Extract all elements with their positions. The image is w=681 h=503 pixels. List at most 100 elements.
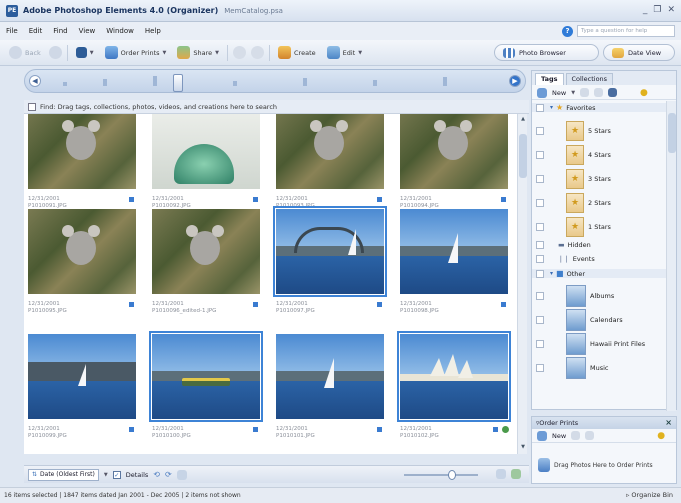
zoom-slider-handle[interactable] (448, 470, 456, 480)
close-icon[interactable]: × (665, 418, 672, 427)
tag-item[interactable]: ★ 3 Stars (532, 169, 666, 189)
photo-thumbnail[interactable] (28, 334, 136, 419)
timeline-slider-handle[interactable] (173, 74, 183, 92)
chevron-down-icon[interactable]: ▼ (104, 472, 108, 478)
photo-thumbnail[interactable] (276, 114, 384, 189)
tag-badge-icon[interactable] (252, 301, 259, 308)
tag-item[interactable]: ▾ ★ Favorites (532, 103, 666, 112)
tag-badge-icon[interactable] (128, 196, 135, 203)
edit-order-icon[interactable] (571, 431, 581, 440)
order-prints-dropzone[interactable]: Drag Photos Here to Order Prints (538, 453, 672, 477)
rotate-right-icon[interactable] (251, 46, 265, 59)
tag-checkbox[interactable] (536, 199, 544, 207)
timeline[interactable]: ◀ ▶ (24, 69, 526, 93)
tag-item[interactable]: ★ 2 Stars (532, 193, 666, 213)
tag-badge-icon[interactable] (376, 196, 383, 203)
tag-badge-icon[interactable] (128, 301, 135, 308)
photo-tile[interactable]: 12/31/2001 P1010091.JPG (28, 114, 143, 224)
tag-checkbox[interactable] (536, 269, 544, 278)
expand-arrow-icon[interactable]: ▾ (550, 104, 553, 111)
lightbulb-icon[interactable]: ● (640, 88, 648, 98)
audio-badge-icon[interactable] (502, 426, 509, 433)
menu-view[interactable]: View (79, 27, 96, 35)
timeline-left-arrow-icon[interactable]: ◀ (29, 75, 41, 87)
tag-item[interactable]: ▬ Hidden (532, 241, 666, 249)
tag-item[interactable]: Calendars (532, 309, 666, 331)
new-order-button[interactable]: New (552, 432, 566, 440)
scroll-up-icon[interactable]: ▲ (519, 116, 527, 124)
close-button[interactable]: ✕ (667, 5, 675, 15)
rotate-icon[interactable]: ⟲ (153, 470, 160, 479)
tag-checkbox[interactable] (536, 151, 544, 159)
photo-tile[interactable]: 12/31/2001 P1010096_edited-1.JPG (152, 209, 267, 329)
photo-tile[interactable]: 12/31/2001 P1010099.JPG (28, 334, 143, 454)
tag-item[interactable]: ★ 5 Stars (532, 121, 666, 141)
tag-badge-icon[interactable] (500, 196, 507, 203)
photo-tile[interactable]: 12/31/2001 P1010094.JPG (400, 114, 515, 224)
tag-badge-icon[interactable] (376, 426, 383, 433)
tag-item[interactable]: ▾ ■ Other (532, 269, 666, 278)
photo-tile[interactable]: 12/31/2001 P1010095.JPG (28, 209, 143, 329)
scroll-thumb[interactable] (519, 134, 527, 178)
forward-arrow-icon[interactable] (48, 46, 62, 59)
photo-thumbnail[interactable] (400, 209, 508, 294)
tag-item[interactable]: ★ 4 Stars (532, 145, 666, 165)
photo-tile[interactable]: 12/31/2001 P1010101.JPG (276, 334, 391, 454)
scroll-thumb[interactable] (668, 113, 676, 153)
menu-window[interactable]: Window (106, 27, 134, 35)
large-thumb-icon[interactable] (511, 469, 521, 479)
tag-badge-icon[interactable] (500, 301, 507, 308)
tag-badge-icon[interactable] (492, 426, 499, 433)
edit-button[interactable]: Edit ▼ (324, 44, 365, 61)
scroll-down-icon[interactable]: ▼ (519, 444, 527, 452)
delete-order-icon[interactable] (585, 431, 595, 440)
delete-tag-icon[interactable] (594, 88, 604, 97)
menu-help[interactable]: Help (145, 27, 161, 35)
maximize-button[interactable]: ❐ (653, 5, 661, 15)
photo-thumbnail[interactable] (273, 206, 387, 297)
tag-checkbox[interactable] (536, 340, 544, 348)
tag-badge-icon[interactable] (252, 426, 259, 433)
tag-checkbox[interactable] (536, 175, 544, 183)
rotate-icon[interactable]: ⟳ (165, 470, 172, 479)
menu-find[interactable]: Find (53, 27, 67, 35)
find-faces-icon[interactable] (608, 88, 618, 97)
order-prints-button[interactable]: Order Prints ▼ (102, 44, 170, 61)
find-bar[interactable]: Find: Drag tags, collections, photos, vi… (24, 100, 529, 114)
chevron-down-icon[interactable]: ▼ (571, 90, 575, 96)
photo-thumbnail[interactable] (400, 114, 508, 189)
tag-checkbox[interactable] (536, 127, 544, 135)
timeline-right-arrow-icon[interactable]: ▶ (509, 75, 521, 87)
photo-tile[interactable]: 12/31/2001 P1010092.JPG (152, 114, 267, 224)
photo-tile[interactable]: 12/31/2001 P1010098.JPG (400, 209, 515, 329)
photo-tile[interactable]: 12/31/2001 P1010097.JPG (273, 206, 391, 329)
sort-order-select[interactable]: ⇅ Date (Oldest First) (28, 468, 99, 481)
fullscreen-icon[interactable] (176, 469, 187, 480)
organize-bin-toggle[interactable]: ▹ Organize Bin (626, 491, 673, 499)
tag-badge-icon[interactable] (252, 196, 259, 203)
share-button[interactable]: Share ▼ (174, 44, 222, 61)
help-search-input[interactable]: Type a question for help (577, 25, 675, 37)
tag-item[interactable]: ❘❘ Events (532, 255, 666, 263)
tag-checkbox[interactable] (536, 316, 544, 324)
tag-item[interactable]: Music (532, 357, 666, 379)
tag-item[interactable]: ★ 1 Stars (532, 217, 666, 237)
find-checkbox-icon[interactable] (28, 102, 36, 111)
tag-checkbox[interactable] (536, 241, 544, 249)
tag-item[interactable]: Albums (532, 285, 666, 307)
thumbnail-size-slider[interactable] (396, 470, 486, 480)
photo-tile[interactable]: 12/31/2001 P1010093.JPG (276, 114, 391, 224)
tag-checkbox[interactable] (536, 223, 544, 231)
date-view-button[interactable]: Date View (603, 44, 675, 61)
expand-arrow-icon[interactable]: ▾ (550, 270, 553, 277)
menu-edit[interactable]: Edit (29, 27, 43, 35)
lightbulb-icon[interactable]: ● (657, 431, 665, 441)
photo-thumbnail[interactable] (152, 209, 260, 294)
photo-thumbnail[interactable] (152, 114, 260, 189)
display-menu-button[interactable]: ▼ (73, 45, 97, 60)
tags-scrollbar[interactable] (666, 101, 676, 411)
tab-tags[interactable]: Tags (535, 73, 564, 85)
photo-tile[interactable]: 12/31/2001 P1010100.JPG (149, 331, 267, 454)
tag-badge-icon[interactable] (376, 301, 383, 308)
tag-checkbox[interactable] (536, 292, 544, 300)
